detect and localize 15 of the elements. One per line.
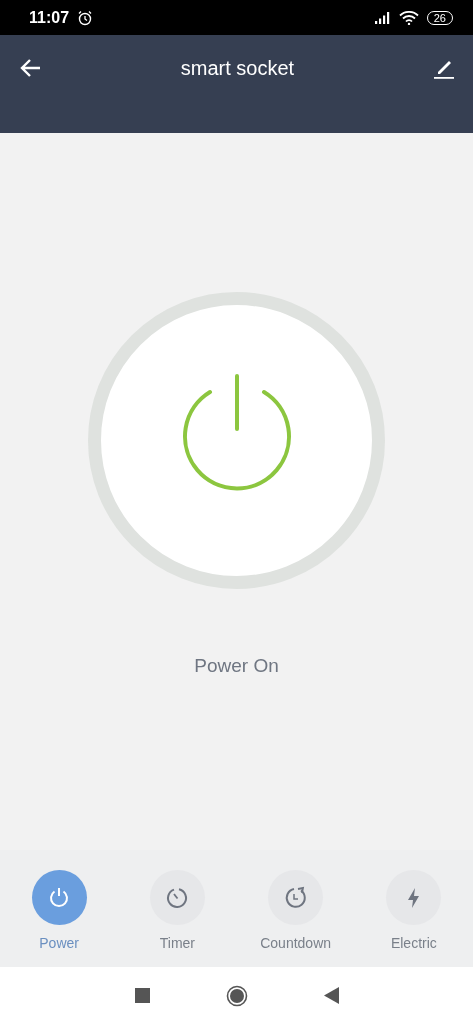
back-nav-button[interactable]	[323, 987, 339, 1004]
recents-button[interactable]	[134, 988, 150, 1003]
power-status: Power On	[194, 655, 279, 677]
tab[interactable]: Power	[9, 870, 110, 967]
wifi-icon	[398, 10, 419, 25]
tab[interactable]: Countdown	[245, 870, 346, 967]
countdown-icon	[283, 885, 308, 910]
timer-icon	[165, 885, 190, 910]
signal-icon	[374, 11, 391, 24]
tab[interactable]: Electric	[363, 870, 464, 967]
alarm-icon	[77, 9, 94, 26]
screen-title: smart socket	[180, 56, 295, 80]
home-button[interactable]	[225, 984, 248, 1007]
tab[interactable]: Timer	[127, 870, 228, 967]
clock-time: 11:07	[29, 8, 70, 27]
